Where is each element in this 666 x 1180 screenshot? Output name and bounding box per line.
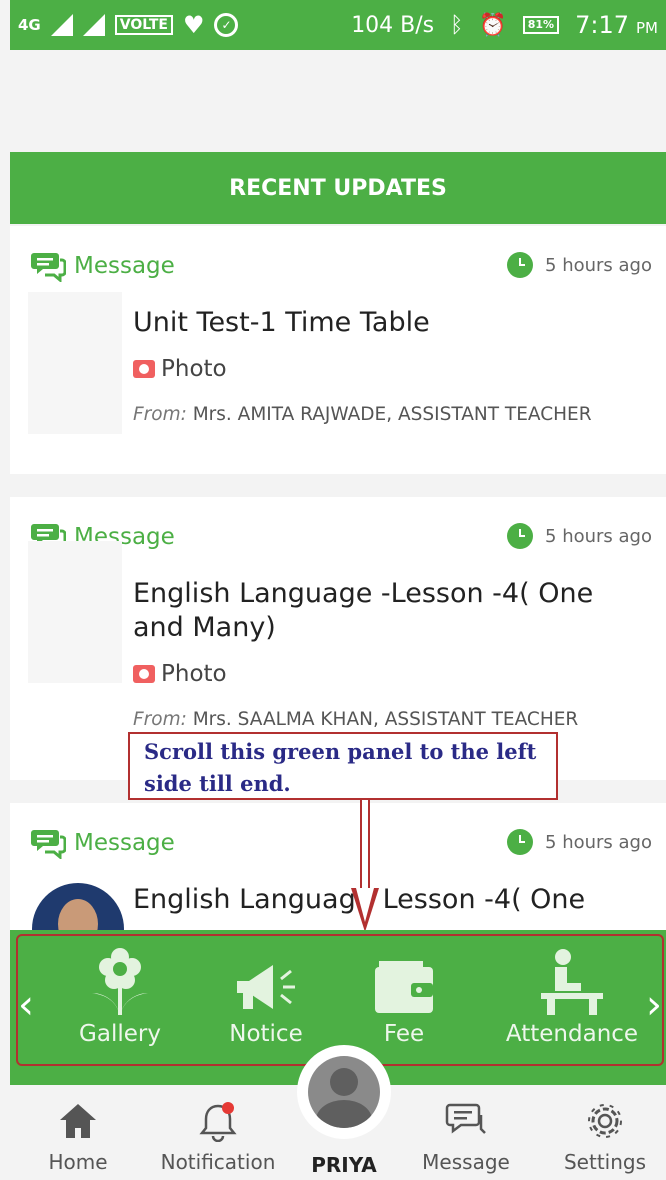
timestamp-text: 5 hours ago <box>545 254 652 276</box>
shortcut-attendance[interactable]: Attendance <box>502 945 642 1047</box>
card-timestamp: 5 hours ago <box>507 252 652 278</box>
nav-label: Home <box>48 1150 108 1174</box>
profile-name: PRIYA <box>311 1153 377 1177</box>
attachment-label: Photo <box>161 661 227 687</box>
shortcut-label: Gallery <box>79 1021 161 1047</box>
from-label: From: <box>133 709 187 730</box>
shortcut-notice[interactable]: Notice <box>196 945 336 1047</box>
sender: From: Mrs. SAALMA KHAN, ASSISTANT TEACHE… <box>133 709 578 730</box>
card-title: English Languag - Lesson -4( One <box>133 884 586 915</box>
instruction-callout: Scroll this green panel to the left side… <box>128 732 558 800</box>
clock-icon <box>507 523 534 549</box>
gear-icon <box>588 1104 622 1138</box>
header-spacer <box>10 50 666 152</box>
callout-arrow-head-inner <box>356 888 374 922</box>
nav-home[interactable]: Home <box>28 1100 128 1174</box>
chevron-left-icon[interactable]: ‹ <box>18 985 34 1025</box>
card-type-label: Message <box>74 830 175 856</box>
flower-icon <box>92 948 148 1015</box>
camera-icon <box>133 360 155 378</box>
attendance-icon <box>541 949 603 1015</box>
recent-updates-header: RECENT UPDATES <box>10 152 666 224</box>
from-label: From: <box>133 404 187 425</box>
sender: From: Mrs. AMITA RAJWADE, ASSISTANT TEAC… <box>133 404 592 425</box>
clock-icon <box>507 829 534 855</box>
callout-arrow <box>360 800 370 890</box>
clock-time: 7:17 <box>575 11 629 39</box>
shortcut-label: Fee <box>383 1021 425 1047</box>
clock-icon <box>507 252 534 278</box>
nav-label: Settings <box>563 1150 647 1174</box>
card-timestamp: 5 hours ago <box>507 829 652 855</box>
home-icon <box>60 1104 96 1138</box>
wallet-icon <box>375 961 433 1013</box>
card-type: Message <box>30 250 175 282</box>
bell-icon <box>199 1102 237 1142</box>
thumbnail <box>28 292 122 434</box>
chevron-right-icon[interactable]: › <box>646 985 662 1025</box>
card-title: Unit Test-1 Time Table <box>133 307 430 338</box>
shortcut-label: Notice <box>229 1021 303 1047</box>
attachment: Photo <box>133 356 227 382</box>
shortcut-fee[interactable]: Fee <box>334 945 474 1047</box>
sender-name: Mrs. AMITA RAJWADE, ASSISTANT TEACHER <box>192 404 592 425</box>
nav-settings[interactable]: Settings <box>550 1100 660 1174</box>
clock-ampm: PM <box>636 19 658 37</box>
attachment: Photo <box>133 661 227 687</box>
heart-icon: ♥ <box>182 11 205 39</box>
card-type-label: Message <box>74 253 175 279</box>
sender-name: Mrs. SAALMA KHAN, ASSISTANT TEACHER <box>192 709 579 730</box>
attachment-label: Photo <box>161 356 227 382</box>
check-icon: ✓ <box>214 13 239 37</box>
bluetooth-icon: ᛒ <box>450 12 464 38</box>
signal-icon-2 <box>82 14 105 36</box>
timestamp-text: 5 hours ago <box>545 831 652 853</box>
shortcut-label: Attendance <box>505 1021 639 1047</box>
message-icon <box>31 253 66 282</box>
card-title: English Language -Lesson -4( One and Man… <box>133 578 594 643</box>
camera-icon <box>133 665 155 683</box>
nav-label: Notification <box>160 1150 276 1174</box>
volte-badge: VOLTE <box>114 15 173 35</box>
nav-label: Message <box>422 1150 510 1174</box>
app-screen: 4G VOLTE ♥ ✓ 104 B/s ᛒ ⏰ 81% 7:17 PM REC… <box>0 0 666 1180</box>
shortcut-gallery[interactable]: Gallery <box>50 945 190 1047</box>
update-card[interactable]: Message 5 hours ago Unit Test-1 Time Tab… <box>10 226 666 474</box>
nav-notification[interactable]: Notification <box>150 1100 286 1174</box>
status-bar: 4G VOLTE ♥ ✓ 104 B/s ᛒ ⏰ 81% 7:17 PM <box>10 0 666 50</box>
alarm-icon: ⏰ <box>479 12 507 38</box>
card-type: Message <box>30 827 175 859</box>
battery-indicator: 81% <box>522 16 560 34</box>
megaphone-icon <box>237 965 295 1009</box>
nav-message[interactable]: Message <box>410 1100 522 1174</box>
timestamp-text: 5 hours ago <box>545 525 652 547</box>
network-speed: 104 B/s <box>351 12 435 38</box>
avatar[interactable] <box>308 1056 380 1128</box>
thumbnail <box>28 541 122 683</box>
message-icon <box>31 830 66 859</box>
network-type: 4G <box>18 16 41 34</box>
card-timestamp: 5 hours ago <box>507 523 652 549</box>
signal-icon <box>50 14 73 36</box>
chat-icon <box>445 1103 486 1134</box>
page-title: RECENT UPDATES <box>229 175 447 201</box>
